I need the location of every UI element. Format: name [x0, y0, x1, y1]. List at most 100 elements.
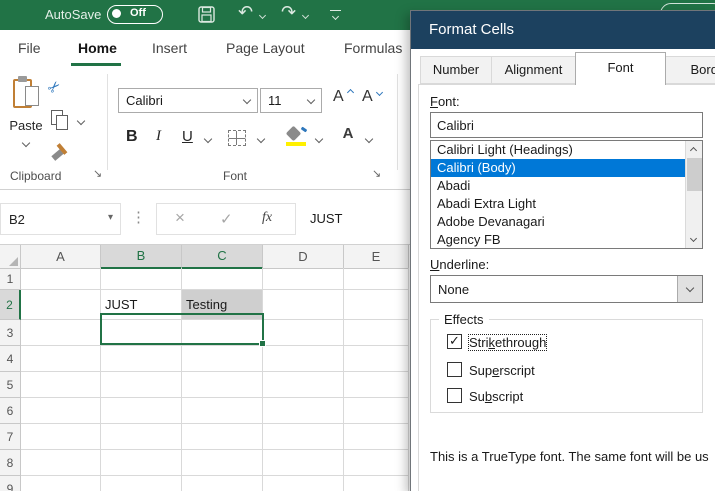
select-all-corner[interactable] [0, 245, 21, 269]
font-name-value: Calibri [126, 93, 163, 108]
paste-label: Paste [9, 118, 43, 133]
underline-dropdown-icon[interactable] [203, 134, 213, 144]
name-box-dropdown-icon[interactable]: ▾ [108, 212, 113, 223]
italic-button[interactable]: I [156, 128, 161, 145]
clipboard-group-label: Clipboard [10, 169, 62, 183]
cell-c2[interactable]: Testing [182, 290, 263, 320]
increase-arrow-icon [346, 88, 355, 97]
dialog-tab-font[interactable]: Font [575, 52, 666, 85]
font-list-item[interactable]: Agency FB [431, 231, 702, 248]
checkbox-check-icon: ✓ [449, 333, 460, 348]
row-header-3[interactable]: 3 [0, 320, 21, 346]
font-group-label: Font [222, 169, 247, 183]
underline-button[interactable]: U [182, 128, 193, 145]
toggle-knob-icon [112, 9, 121, 18]
row-9: 9 [0, 476, 410, 491]
font-color-dropdown-icon[interactable] [364, 134, 374, 144]
decrease-font-size-button[interactable]: A [362, 88, 384, 106]
tab-formulas[interactable]: Formulas [344, 40, 402, 56]
cancel-entry-icon[interactable]: × [175, 208, 185, 228]
underline-combo[interactable]: None [430, 275, 703, 303]
underline-dropdown-button[interactable] [677, 276, 702, 302]
increase-font-size-button[interactable]: A [333, 88, 355, 106]
font-list-item[interactable]: Calibri Light (Headings) [431, 141, 702, 159]
fill-color-button[interactable] [285, 125, 308, 146]
dialog-tab-border[interactable]: Border [665, 56, 715, 84]
column-header-c[interactable]: C [182, 245, 263, 269]
paste-dropdown-icon[interactable] [21, 138, 31, 148]
row-header-9[interactable]: 9 [0, 476, 21, 491]
column-header-d[interactable]: D [263, 245, 344, 269]
worksheet-grid[interactable]: A B C D E 1 2 JUST Testing 3 4 5 6 7 8 9 [0, 244, 410, 491]
customize-toolbar-icon[interactable] [330, 10, 341, 21]
dialog-tab-number[interactable]: Number [420, 56, 492, 84]
redo-dropdown-icon[interactable] [301, 11, 310, 20]
insert-function-icon[interactable]: fx [262, 210, 272, 226]
copy-dropdown-icon[interactable] [76, 116, 86, 126]
subscript-checkbox[interactable] [447, 388, 462, 403]
column-header-a[interactable]: A [21, 245, 101, 269]
row-header-5[interactable]: 5 [0, 372, 21, 398]
scrollbar-thumb[interactable] [687, 158, 702, 191]
superscript-checkbox[interactable] [447, 362, 462, 377]
formula-bar-grip-icon[interactable]: ⋮ [131, 208, 146, 226]
column-header-e[interactable]: E [344, 245, 409, 269]
copy-button[interactable] [51, 110, 70, 131]
tab-insert[interactable]: Insert [152, 40, 187, 56]
borders-dropdown-icon[interactable] [256, 134, 266, 144]
row-header-6[interactable]: 6 [0, 398, 21, 424]
font-list-scrollbar[interactable] [685, 141, 702, 248]
row-6: 6 [0, 398, 410, 424]
undo-icon: ↶ [238, 2, 254, 22]
row-3: 3 [0, 320, 410, 346]
cell-b2[interactable]: JUST [101, 290, 182, 320]
strikethrough-checkbox[interactable]: ✓ [447, 333, 462, 349]
tab-page-layout[interactable]: Page Layout [226, 40, 305, 56]
undo-button[interactable]: ↶ [238, 2, 253, 23]
font-list-item[interactable]: Abadi Extra Light [431, 195, 702, 213]
font-dialog-launcher-icon[interactable]: ↘ [372, 167, 381, 180]
confirm-entry-icon[interactable]: ✓ [220, 210, 233, 228]
bold-button[interactable]: B [126, 128, 138, 146]
font-size-value: 11 [268, 93, 282, 108]
cut-button[interactable]: ✂ [43, 76, 65, 98]
paste-button[interactable]: Paste [6, 74, 46, 170]
font-size-combo[interactable]: 11 [260, 88, 322, 113]
row-header-4[interactable]: 4 [0, 346, 21, 372]
scroll-up-icon[interactable] [686, 141, 702, 157]
scroll-down-icon[interactable] [686, 232, 702, 248]
font-list-item[interactable]: Adobe Devanagari [431, 213, 702, 231]
format-painter-button[interactable] [50, 142, 70, 162]
redo-button[interactable]: ↷ [281, 2, 296, 23]
fill-color-dropdown-icon[interactable] [314, 134, 324, 144]
row-header-2[interactable]: 2 [0, 290, 21, 320]
group-separator [397, 74, 398, 170]
clipboard-dialog-launcher-icon[interactable]: ↘ [93, 167, 102, 180]
row-header-8[interactable]: 8 [0, 450, 21, 476]
formula-content[interactable]: JUST [310, 211, 343, 226]
font-color-icon: A [342, 125, 354, 142]
borders-button[interactable] [228, 130, 246, 146]
font-input[interactable]: Calibri [430, 112, 703, 138]
row-header-1[interactable]: 1 [0, 268, 21, 290]
font-size-dropdown-icon[interactable] [306, 95, 316, 105]
dialog-titlebar[interactable]: Format Cells [411, 11, 715, 49]
undo-dropdown-icon[interactable] [258, 11, 267, 20]
save-icon[interactable] [198, 6, 215, 23]
effects-group-label: Effects [439, 312, 489, 327]
row-header-7[interactable]: 7 [0, 424, 21, 450]
autosave-toggle[interactable]: Off [107, 5, 163, 24]
format-cells-dialog: Format Cells Number Alignment Border Fon… [410, 10, 715, 491]
font-list-item-selected[interactable]: Calibri (Body) [431, 159, 702, 177]
font-list-item[interactable]: Abadi [431, 177, 702, 195]
font-list[interactable]: Calibri Light (Headings) Calibri (Body) … [430, 140, 703, 249]
name-box[interactable]: B2 ▾ [0, 203, 121, 235]
font-color-button[interactable]: A [338, 125, 358, 143]
tab-home[interactable]: Home [78, 40, 117, 56]
tab-file[interactable]: File [18, 40, 41, 56]
font-name-combo[interactable]: Calibri [118, 88, 258, 113]
dialog-tab-alignment[interactable]: Alignment [491, 56, 576, 84]
row-4: 4 [0, 346, 410, 372]
column-header-b[interactable]: B [101, 245, 182, 269]
font-name-dropdown-icon[interactable] [242, 95, 252, 105]
